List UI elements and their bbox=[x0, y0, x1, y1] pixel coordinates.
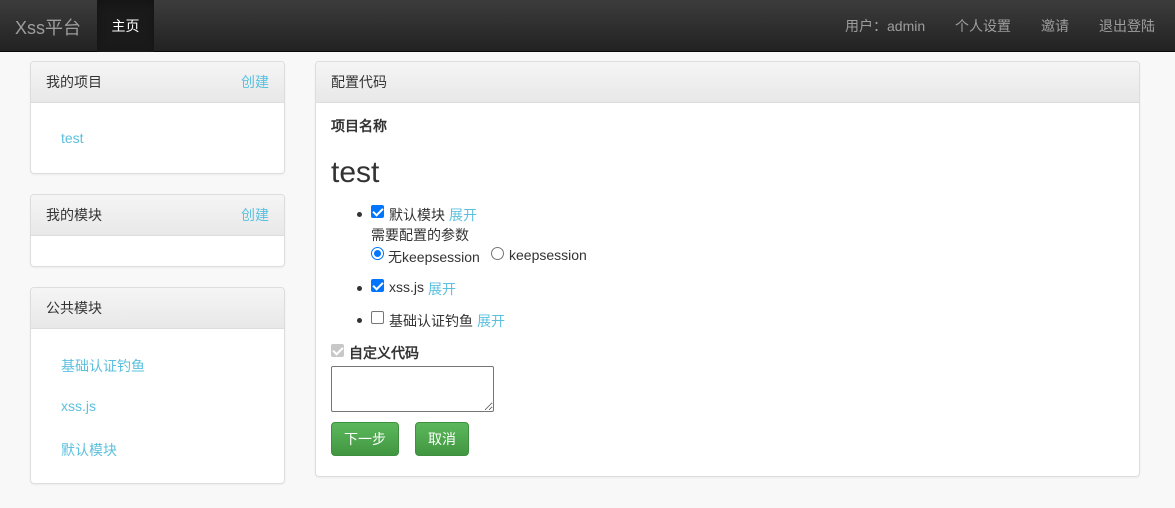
module-default-checkbox[interactable] bbox=[371, 205, 384, 218]
my-projects-panel: 我的项目 创建 test bbox=[30, 61, 285, 174]
list-bullet bbox=[357, 286, 362, 291]
radio-no-keepsession-label: 无keepsession bbox=[388, 249, 480, 265]
list-bullet bbox=[357, 318, 362, 323]
nav-invite-link[interactable]: 邀请 bbox=[1041, 0, 1069, 52]
public-modules-panel: 公共模块 基础认证钓鱼 xss.js 默认模块 bbox=[30, 287, 285, 484]
module-basic-auth-label: 基础认证钓鱼 bbox=[389, 313, 473, 329]
public-module-xss-js[interactable]: xss.js bbox=[61, 398, 96, 414]
nav-logout-link[interactable]: 退出登陆 bbox=[1099, 0, 1155, 52]
my-modules-heading: 我的模块 创建 bbox=[31, 195, 284, 236]
public-modules-heading: 公共模块 bbox=[31, 288, 284, 329]
my-projects-heading: 我的项目 创建 bbox=[31, 62, 284, 103]
module-basic-auth-checkbox[interactable] bbox=[371, 311, 384, 324]
next-step-button[interactable]: 下一步 bbox=[331, 422, 399, 456]
top-navbar: Xss平台 主页 用户：admin 个人设置 邀请 退出登陆 bbox=[0, 0, 1175, 52]
config-code-title: 配置代码 bbox=[331, 74, 387, 90]
custom-code-label: 自定义代码 bbox=[349, 345, 419, 361]
module-basic-auth-expand-link[interactable]: 展开 bbox=[477, 311, 505, 331]
radio-no-keepsession[interactable] bbox=[371, 247, 384, 260]
nav-user-link[interactable]: 用户：admin bbox=[845, 0, 925, 52]
module-default-label: 默认模块 bbox=[389, 207, 445, 223]
create-project-link[interactable]: 创建 bbox=[241, 62, 269, 102]
nav-home-link[interactable]: 主页 bbox=[97, 0, 154, 52]
config-code-panel: 配置代码 项目名称 test 默认模块 展开 需要配置的参数 无keepsess… bbox=[315, 61, 1140, 477]
public-modules-title: 公共模块 bbox=[46, 300, 102, 316]
project-item-test[interactable]: test bbox=[61, 130, 84, 146]
params-label: 需要配置的参数 bbox=[371, 227, 469, 243]
module-xssjs-label: xss.js bbox=[389, 279, 424, 295]
create-module-link[interactable]: 创建 bbox=[241, 195, 269, 235]
config-code-heading: 配置代码 bbox=[316, 62, 1139, 103]
my-modules-title: 我的模块 bbox=[46, 207, 102, 223]
cancel-button[interactable]: 取消 bbox=[415, 422, 469, 456]
radio-keepsession-label: keepsession bbox=[509, 247, 587, 263]
project-name-label: 项目名称 bbox=[331, 118, 387, 134]
module-default-expand-link[interactable]: 展开 bbox=[449, 205, 477, 225]
my-modules-panel: 我的模块 创建 bbox=[30, 194, 285, 267]
module-xssjs-expand-link[interactable]: 展开 bbox=[428, 279, 456, 299]
custom-code-textarea[interactable] bbox=[331, 366, 494, 412]
radio-keepsession[interactable] bbox=[491, 247, 504, 260]
project-name-value: test bbox=[331, 156, 380, 189]
module-xssjs-checkbox[interactable] bbox=[371, 279, 384, 292]
my-projects-title: 我的项目 bbox=[46, 74, 102, 90]
brand-logo[interactable]: Xss平台 bbox=[15, 14, 81, 40]
public-module-default[interactable]: 默认模块 bbox=[61, 440, 117, 460]
nav-settings-link[interactable]: 个人设置 bbox=[955, 0, 1011, 52]
list-bullet bbox=[357, 212, 362, 217]
public-module-basic-auth-phishing[interactable]: 基础认证钓鱼 bbox=[61, 356, 145, 376]
custom-code-checkbox bbox=[331, 344, 344, 357]
